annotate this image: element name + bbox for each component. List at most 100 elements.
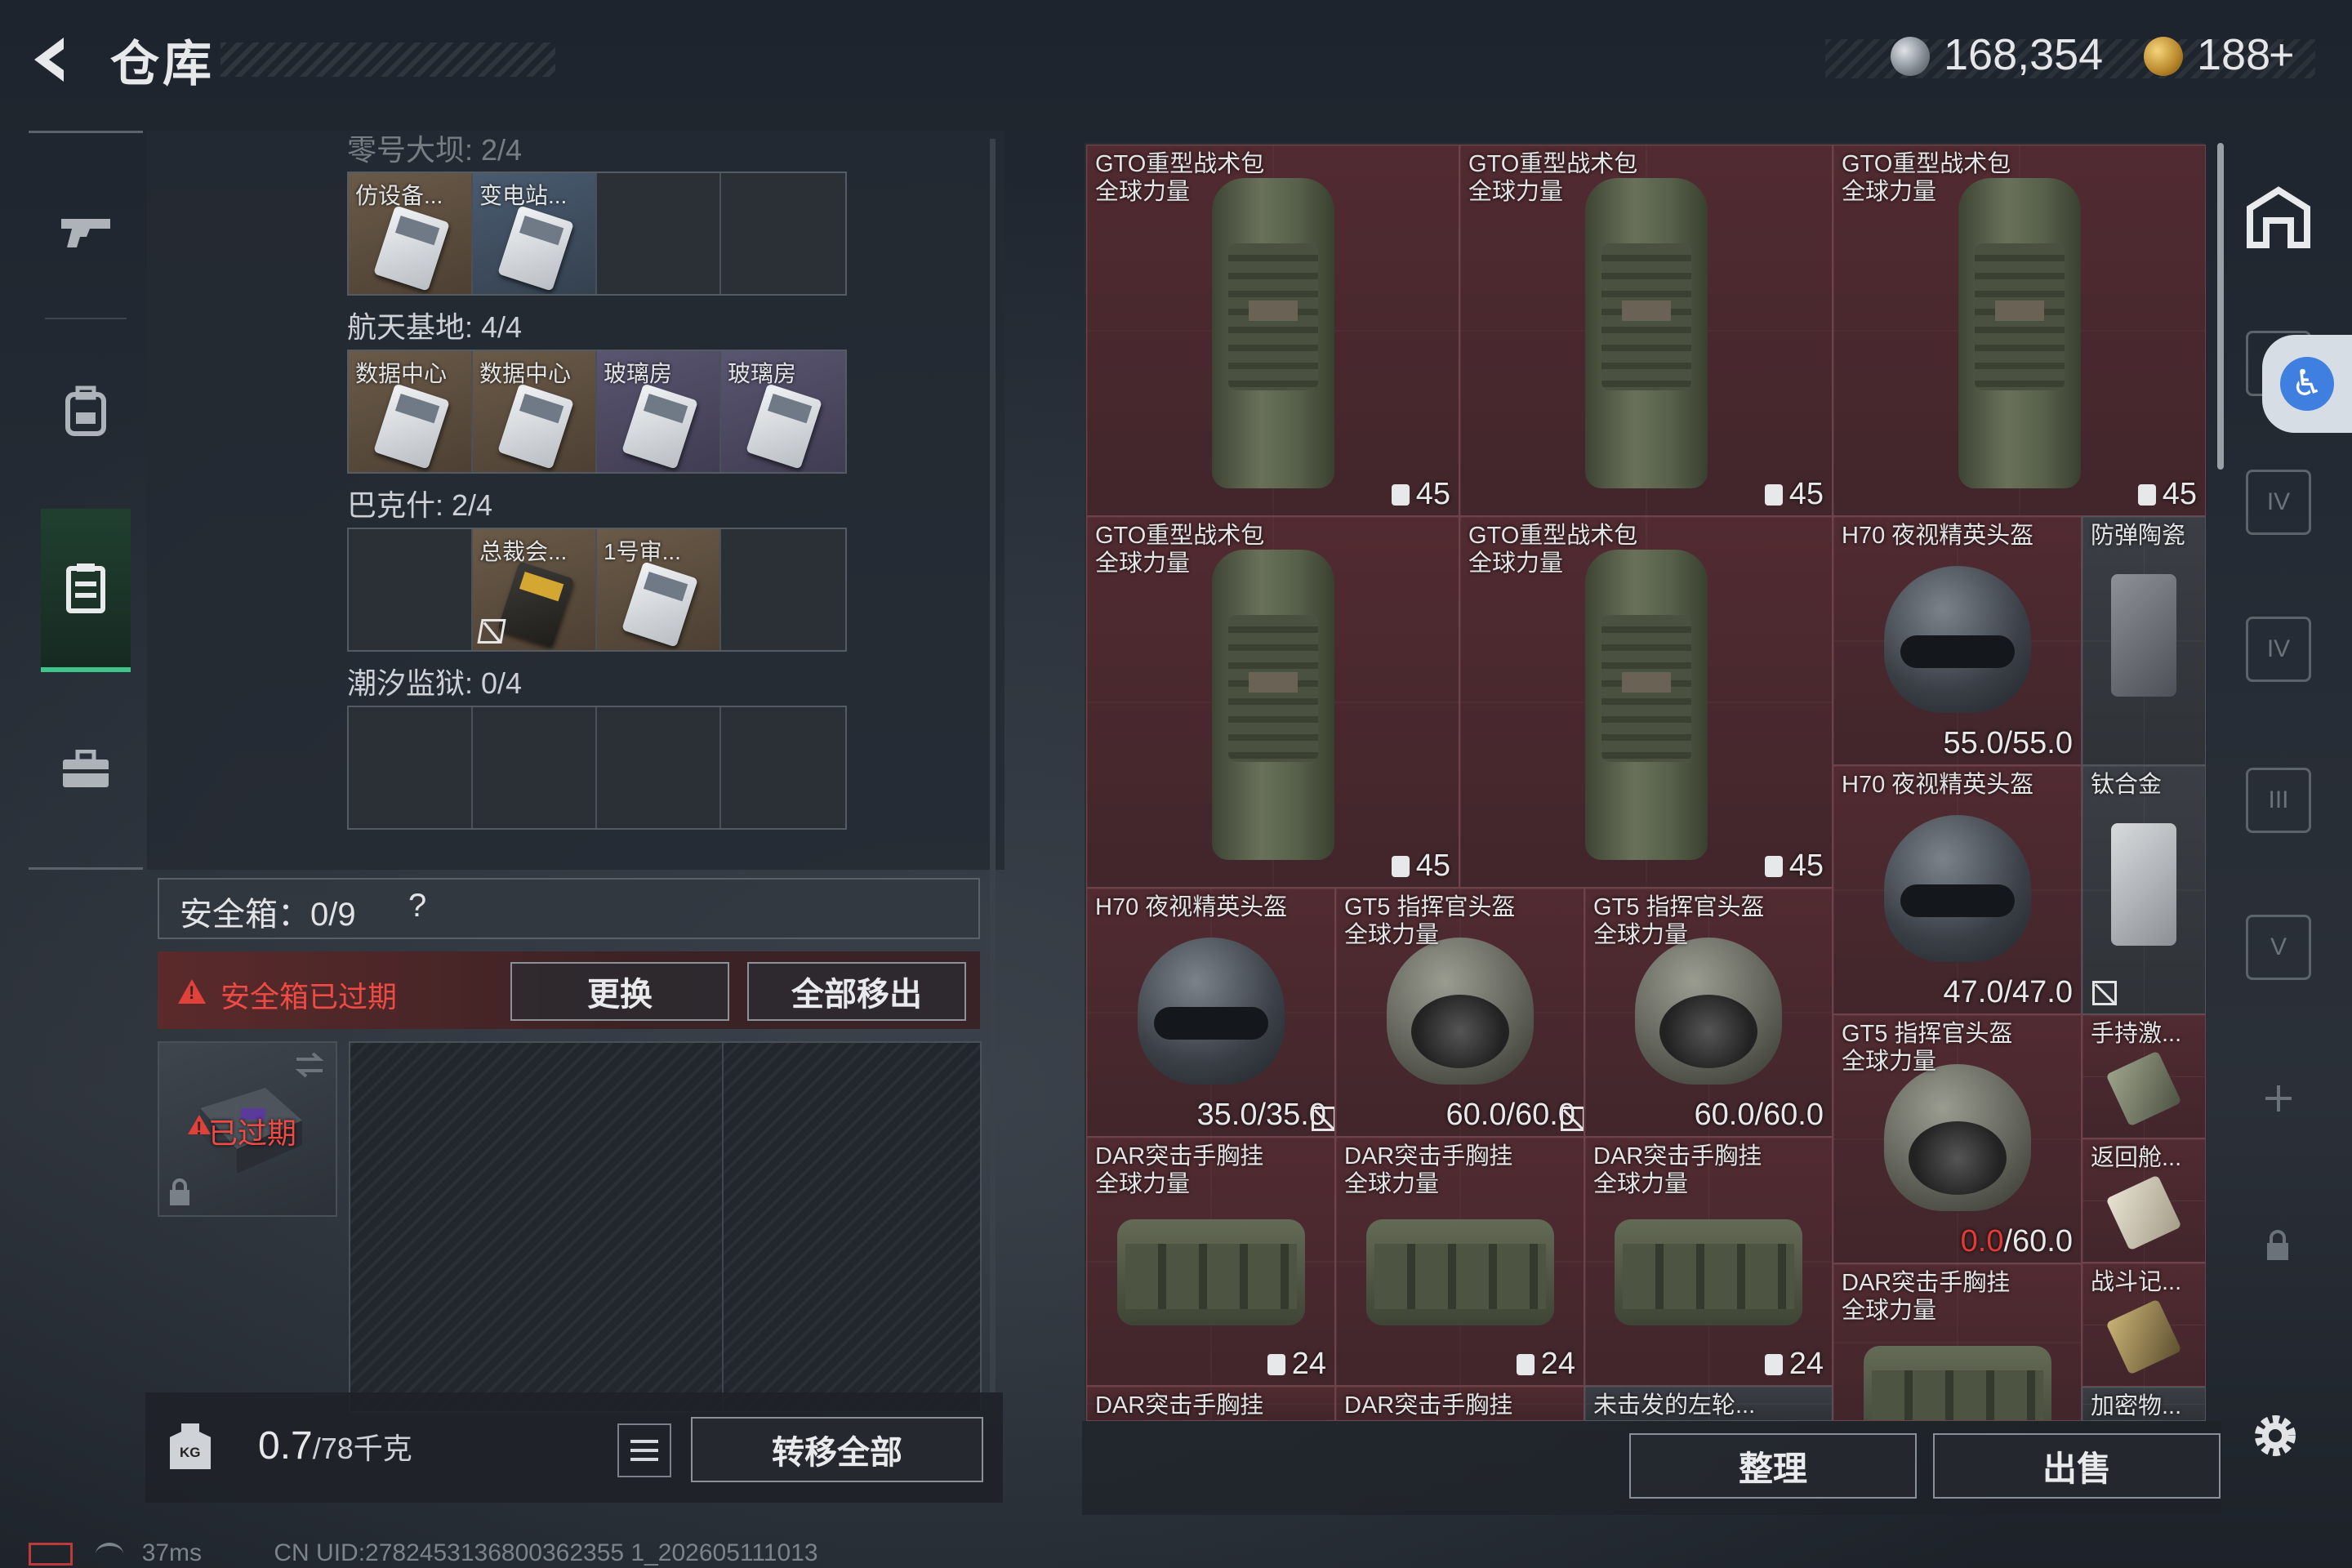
inventory-item[interactable]: 钛合金 (2082, 765, 2206, 1014)
nav-tools[interactable] (41, 688, 131, 852)
key-grid-space-base: 数据中心 数据中心 玻璃房 玻璃房 (347, 350, 847, 474)
key-slot-empty[interactable] (349, 707, 473, 828)
item-subname: 全球力量 (1095, 550, 1191, 577)
key-slot[interactable]: 数据中心 (349, 351, 473, 472)
filter-v-icon[interactable]: V (2246, 915, 2311, 980)
key-slot-empty[interactable] (473, 707, 597, 828)
inventory-item[interactable]: 战斗记... (2082, 1263, 2206, 1387)
inventory-item[interactable]: 防弹陶瓷 (2082, 516, 2206, 765)
helmet-icon (1883, 566, 2031, 713)
gear-icon[interactable] (2248, 1409, 2302, 1463)
inventory-item[interactable]: GTO重型战术包 全球力量 45 (1086, 516, 1459, 888)
transfer-all-button[interactable]: 转移全部 (691, 1417, 983, 1482)
item-name: 钛合金 (2091, 771, 2162, 799)
item-subname: 全球力量 (1468, 179, 1564, 205)
item-value-text: 45 (1788, 477, 1824, 511)
key-slot[interactable]: 玻璃房 (597, 351, 721, 472)
capacity-icon (2137, 484, 2156, 506)
lock-icon[interactable] (2264, 1229, 2292, 1262)
add-icon[interactable] (2262, 1082, 2295, 1115)
key-slot[interactable]: 玻璃房 (721, 351, 845, 472)
safe-box-item[interactable]: 已过期 (158, 1041, 337, 1217)
filter-iv-rig-icon[interactable]: IV (2246, 617, 2311, 682)
safe-box-grid[interactable] (349, 1041, 982, 1413)
slots-icon (1764, 1354, 1783, 1375)
inventory-item[interactable]: 未击发的左轮... (1584, 1386, 1833, 1421)
accessibility-button[interactable]: ♿ (2262, 335, 2352, 433)
inventory-item[interactable]: DAR突击手胸挂 全球力量 24 (1335, 1137, 1584, 1386)
key-slot[interactable]: 总裁会... (473, 529, 597, 650)
list-view-button[interactable] (617, 1423, 671, 1477)
key-slot[interactable]: 变电站... (473, 173, 597, 294)
key-slot[interactable]: 仿设备... (349, 173, 473, 294)
section-label-space-base: 航天基地: 4/4 (347, 310, 523, 344)
key-slot[interactable]: 数据中心 (473, 351, 597, 472)
inventory-item[interactable]: 加密物... (2082, 1387, 2206, 1421)
key-grid-bakhsh: 总裁会... 1号审... (347, 528, 847, 652)
capacity-icon (1764, 856, 1783, 877)
key-slot-empty[interactable] (349, 529, 473, 650)
inventory-item[interactable]: 返回舱... (2082, 1138, 2206, 1263)
toolbox-icon (63, 750, 109, 787)
inventory-item[interactable]: H70 夜视精英头盔 35.0/35.0 (1086, 888, 1335, 1137)
inventory-item[interactable]: GT5 指挥官头盔 全球力量 60.0/60.0 (1335, 888, 1584, 1137)
inventory-item[interactable]: DAR突击手胸挂 全球力量 (1833, 1263, 2082, 1421)
item-name-line: DAR突击手胸挂 (1344, 1392, 1513, 1419)
key-slot-empty[interactable] (721, 529, 845, 650)
item-subname: 全球力量 (1842, 1049, 1937, 1075)
warning-icon (188, 1115, 211, 1139)
keycard-icon (746, 383, 822, 470)
help-button[interactable]: ? (408, 888, 426, 924)
nav-weapons[interactable] (41, 149, 131, 313)
key-slot-empty[interactable] (597, 707, 721, 828)
inventory-item[interactable]: DAR突击手胸挂 (1335, 1386, 1584, 1421)
warehouse-icon[interactable] (2242, 184, 2315, 249)
silver-coin-icon (1891, 37, 1930, 76)
inventory-item[interactable]: DAR突击手胸挂 全球力量 24 (1086, 1137, 1335, 1386)
sell-button[interactable]: 出售 (1933, 1433, 2221, 1499)
key-slot-empty[interactable] (597, 173, 721, 294)
section-label-tidal-prison: 潮汐监狱: 0/4 (347, 666, 523, 700)
grid-divider (722, 1043, 724, 1411)
weight-display: 0.7/78千克 (258, 1423, 412, 1468)
filter-iv-helmet-icon[interactable]: IV (2246, 470, 2311, 535)
item-name: H70 夜视精英头盔 (1095, 893, 1287, 921)
status-bar: 37ms CN UID:2782453136800362355 1_202605… (29, 1539, 818, 1567)
back-arrow-icon[interactable] (24, 31, 82, 88)
currency-gold-plus-button[interactable]: + (2269, 29, 2295, 80)
nav-equipment[interactable] (41, 329, 131, 492)
weight-icon: KG (170, 1423, 211, 1469)
bag-icon (1584, 178, 1708, 488)
inventory-item[interactable]: GT5 指挥官头盔 全球力量 0.0/60.0 (1833, 1014, 2082, 1263)
battery-icon (29, 1543, 73, 1566)
safe-box-title: 安全箱：0/9 (180, 897, 356, 933)
item-name-line: GTO重型战术包 (1842, 151, 2011, 177)
inventory-item[interactable]: H70 夜视精英头盔 47.0/47.0 (1833, 765, 2117, 1014)
inventory-item[interactable]: DAR突击手胸挂 全球力量 24 (1584, 1137, 1833, 1386)
item-name: GTO重型战术包 全球力量 (1468, 150, 1637, 206)
inventory-item[interactable]: DAR突击手胸挂 (1086, 1386, 1335, 1421)
inventory-item[interactable]: GT5 指挥官头盔 全球力量 60.0/60.0 (1584, 888, 1833, 1137)
left-panel-scrollbar[interactable] (990, 139, 996, 1421)
nav-storage[interactable] (41, 509, 131, 672)
key-slot-empty[interactable] (721, 707, 845, 828)
replace-button[interactable]: 更换 (510, 962, 729, 1021)
item-name: GTO重型战术包 全球力量 (1095, 522, 1264, 577)
inventory-item[interactable]: GTO重型战术包 全球力量 45 (1833, 145, 2206, 516)
sort-button[interactable]: 整理 (1629, 1433, 1917, 1499)
bag-icon (1958, 178, 2081, 488)
filter-iii-icon[interactable]: III (2246, 768, 2311, 833)
item-value-text: 60.0/60.0 (1446, 1098, 1575, 1132)
inventory-item[interactable]: 手持激... (2082, 1014, 2206, 1138)
inventory-item[interactable]: H70 夜视精英头盔 55.0/55.0 (1833, 516, 2082, 765)
key-slot[interactable]: 1号审... (597, 529, 721, 650)
inventory-item[interactable]: GTO重型战术包 全球力量 45 (1459, 145, 1833, 516)
key-slot-empty[interactable] (721, 173, 845, 294)
inventory-item[interactable]: GTO重型战术包 全球力量 45 (1086, 145, 1459, 516)
top-bar: 仓库 168,354 188 + (0, 0, 2352, 122)
backpack-icon (65, 385, 106, 436)
helmet-icon (1386, 938, 1534, 1085)
inventory-item[interactable]: GTO重型战术包 全球力量 45 (1459, 516, 1833, 888)
remove-all-button[interactable]: 全部移出 (747, 962, 966, 1021)
inventory-scrollbar[interactable] (2217, 143, 2224, 470)
